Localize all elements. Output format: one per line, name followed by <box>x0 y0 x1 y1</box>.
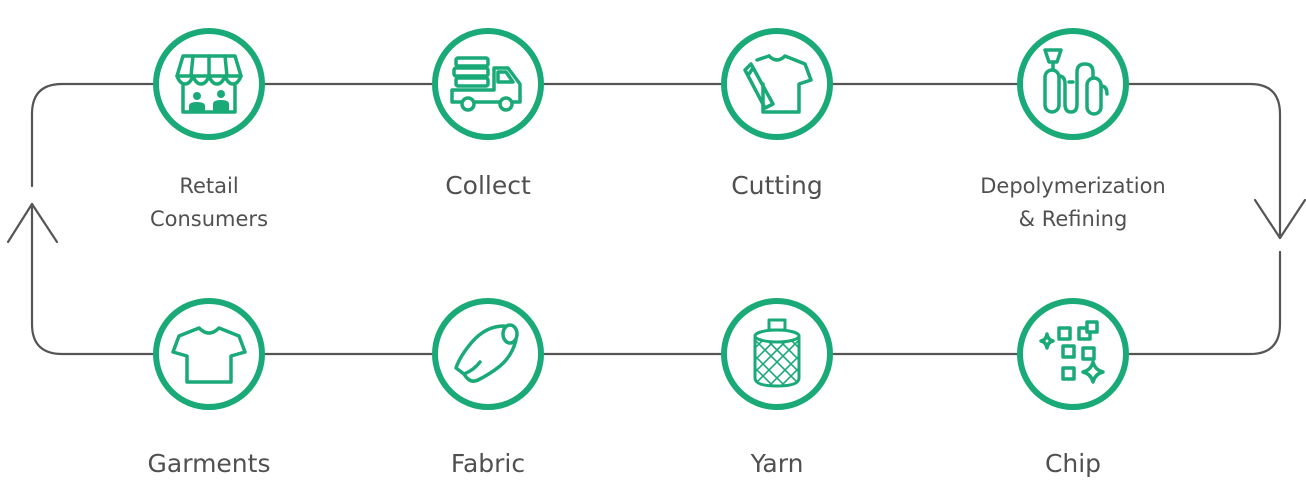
label-fabric: Fabric <box>450 449 526 478</box>
step-fabric <box>432 298 544 410</box>
recycling-cycle-diagram: Retail Consumers Collect Cutting Depolym… <box>0 0 1306 480</box>
step-retail-consumers <box>153 28 265 140</box>
step-collect <box>432 28 544 140</box>
label-cutting: Cutting <box>731 171 823 200</box>
storefront-icon <box>175 54 243 114</box>
tshirt-icon <box>171 326 247 384</box>
chips-sparkle-icon <box>1039 320 1105 384</box>
step-chip <box>1017 298 1129 410</box>
fabric-roll-icon <box>454 323 519 383</box>
shirt-cutting-icon <box>743 54 813 114</box>
step-garments <box>153 298 265 410</box>
delivery-truck-icon <box>450 56 522 112</box>
step-depolymerization <box>1017 28 1129 140</box>
label-garments: Garments <box>147 449 271 478</box>
label-depolymerization: Depolymerization & Refining <box>980 174 1166 231</box>
label-chip: Chip <box>1044 449 1102 478</box>
step-cutting <box>721 28 833 140</box>
label-yarn: Yarn <box>750 449 804 478</box>
step-yarn <box>721 298 833 410</box>
label-retail-consumers: Retail Consumers <box>149 174 269 231</box>
connector-garments-to-retail-bottom <box>30 246 155 356</box>
refinery-icon <box>1043 48 1109 116</box>
connector-depolymerization-to-chip-bottom <box>1127 250 1282 356</box>
yarn-spool-icon <box>753 318 801 388</box>
label-collect: Collect <box>445 171 531 200</box>
